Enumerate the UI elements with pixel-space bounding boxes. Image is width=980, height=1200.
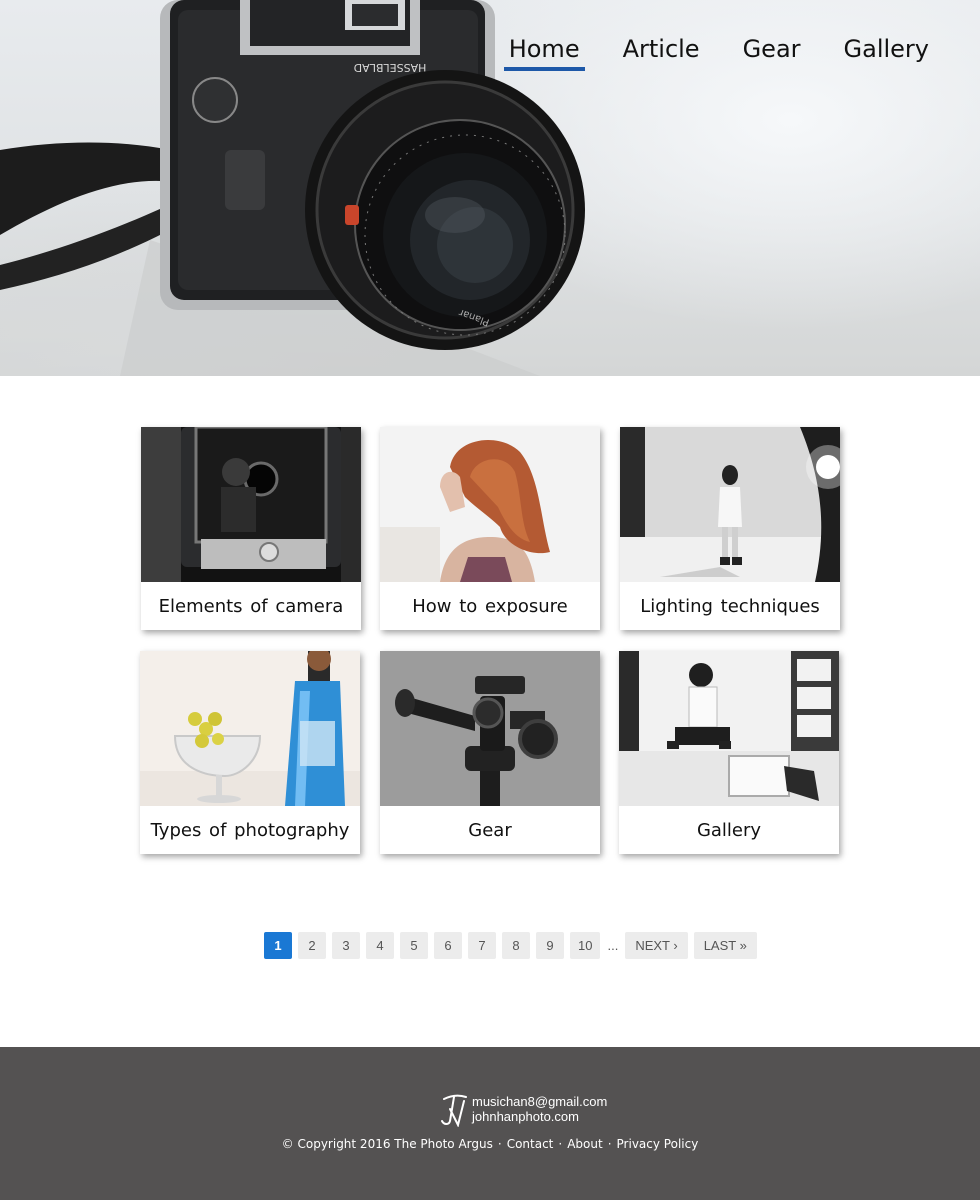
page-link[interactable]: 6 — [434, 932, 462, 959]
card-how-to-exposure[interactable]: How to exposure — [380, 427, 600, 630]
footer: musichan8@gmail.com johnhanphoto.com © C… — [0, 1047, 980, 1200]
studio-model-photo — [620, 427, 840, 582]
card-title: How to exposure — [412, 595, 568, 617]
nav-article[interactable]: Article — [618, 34, 705, 71]
card-title: Elements of camera — [158, 595, 344, 617]
nav-gallery[interactable]: Gallery — [839, 34, 934, 71]
hero-banner: HASSELBLAD Planar Home Article Gear Gall… — [0, 0, 980, 376]
page-link[interactable]: 2 — [298, 932, 326, 959]
signature-logo-icon — [441, 1094, 467, 1127]
card-gear[interactable]: Gear — [380, 651, 600, 854]
separator: · — [558, 1137, 563, 1151]
card-types-of-photography[interactable]: Types of photography — [140, 651, 360, 854]
card-gallery[interactable]: Gallery — [619, 651, 839, 854]
main-nav: Home Article Gear Gallery — [503, 34, 934, 71]
separator: · — [497, 1137, 502, 1151]
card-title: Types of photography — [150, 819, 350, 841]
page-link[interactable]: 8 — [502, 932, 530, 959]
next-page-button[interactable]: NEXT › — [625, 932, 688, 959]
nav-home[interactable]: Home — [503, 34, 585, 71]
camera-viewfinder-photo — [141, 427, 361, 582]
card-title: Lighting techniques — [640, 595, 820, 617]
page-link[interactable]: 5 — [400, 932, 428, 959]
pagination: 1 2 3 4 5 6 7 8 9 10 ... NEXT › LAST » — [264, 932, 757, 959]
page-current[interactable]: 1 — [264, 932, 292, 959]
footer-legal: © Copyright 2016 The Photo Argus · Contact… — [0, 1137, 980, 1151]
card-lighting-techniques[interactable]: Lighting techniques — [620, 427, 840, 630]
footer-email-link[interactable]: musichan8@gmail.com — [472, 1094, 607, 1109]
last-page-button[interactable]: LAST » — [693, 932, 757, 959]
footer-website-link[interactable]: johnhanphoto.com — [472, 1109, 607, 1124]
still-life-glass-photo — [140, 651, 360, 806]
page-ellipsis: ... — [607, 938, 619, 953]
page-link[interactable]: 7 — [468, 932, 496, 959]
red-haired-woman-photo — [380, 427, 600, 582]
nav-gear[interactable]: Gear — [738, 34, 806, 71]
footer-link-about[interactable]: About — [567, 1137, 602, 1151]
footer-link-contact[interactable]: Contact — [507, 1137, 554, 1151]
page-link[interactable]: 3 — [332, 932, 360, 959]
tripod-head-photo — [380, 651, 600, 806]
page-link[interactable]: 9 — [536, 932, 564, 959]
footer-contact: musichan8@gmail.com johnhanphoto.com — [438, 1091, 607, 1127]
card-title: Gallery — [696, 819, 762, 841]
camera-nameplate: HASSELBLAD — [354, 61, 427, 74]
page-link[interactable]: 4 — [366, 932, 394, 959]
studio-portrait-photo — [619, 651, 839, 806]
footer-link-privacy-policy[interactable]: Privacy Policy — [617, 1137, 699, 1151]
page-link[interactable]: 10 — [570, 932, 601, 959]
copyright-text: © Copyright 2016 The Photo Argus — [281, 1137, 493, 1151]
separator: · — [607, 1137, 612, 1151]
card-elements-of-camera[interactable]: Elements of camera — [141, 427, 361, 630]
card-title: Gear — [468, 819, 512, 841]
